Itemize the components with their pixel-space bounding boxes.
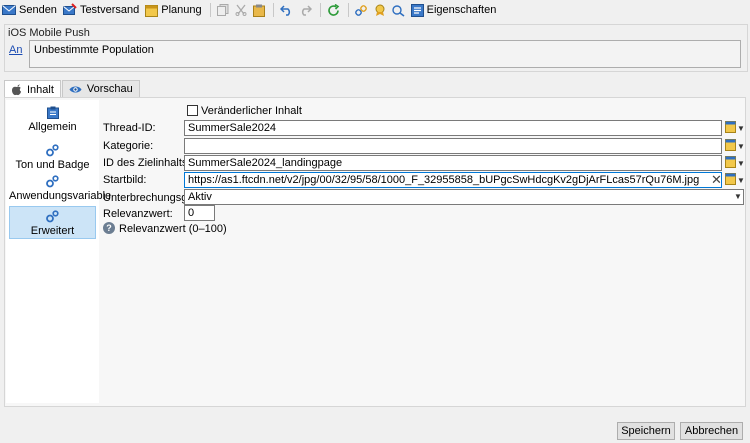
paste-button[interactable] xyxy=(251,1,267,19)
nav-item-sound-badge[interactable]: Ton und Badge xyxy=(9,144,96,174)
target-link[interactable]: An xyxy=(9,44,22,56)
copy-button[interactable] xyxy=(215,1,231,19)
toolbar-separator xyxy=(209,3,211,17)
gears-icon xyxy=(46,175,59,188)
help-icon: ? xyxy=(103,222,115,234)
chevron-down-icon[interactable]: ▼ xyxy=(734,192,742,201)
left-nav: Allgemein Ton und Badge Anwendungsvariab… xyxy=(6,100,111,403)
start-image-field[interactable]: https://as1.ftcdn.net/v2/jpg/00/32/95/58… xyxy=(184,172,722,188)
relevance-field[interactable]: 0 xyxy=(184,205,215,221)
nav-item-label: Ton und Badge xyxy=(15,159,90,171)
nav-item-label: Erweitert xyxy=(30,225,75,237)
personalize-dropdown-icon[interactable]: ▼ xyxy=(737,124,745,133)
copy-icon xyxy=(216,4,229,16)
category-field[interactable] xyxy=(184,138,722,154)
apple-icon xyxy=(12,84,21,95)
undo-icon xyxy=(279,5,290,16)
personalize-icon[interactable] xyxy=(725,173,736,188)
gears-icon xyxy=(46,210,59,223)
personalize-icon[interactable] xyxy=(725,156,736,171)
population-box[interactable]: Unbestimmte Population xyxy=(29,40,741,68)
thread-id-field[interactable]: SummerSale2024 xyxy=(184,120,722,136)
personalize-icon[interactable] xyxy=(725,139,736,154)
refresh-icon xyxy=(327,3,339,16)
save-button[interactable]: Speichern xyxy=(617,422,675,440)
personalize-icon[interactable] xyxy=(725,121,736,136)
scissors-icon xyxy=(235,4,247,16)
undo-button[interactable] xyxy=(278,1,295,19)
interruption-select[interactable]: Aktiv xyxy=(184,189,744,205)
relevance-label: Relevanzwert: xyxy=(103,208,173,220)
properties-label: Eigenschaften xyxy=(426,4,497,16)
cut-button[interactable] xyxy=(233,1,249,19)
test-send-label: Testversand xyxy=(79,4,140,16)
target-content-field[interactable]: SummerSale2024_landingpage xyxy=(184,155,722,171)
personalize-dropdown-icon[interactable]: ▼ xyxy=(737,142,745,151)
relevance-help-text: Relevanzwert (0–100) xyxy=(119,223,227,235)
envelope-icon xyxy=(2,5,16,15)
calendar-icon xyxy=(145,4,159,17)
tab-preview[interactable]: Vorschau xyxy=(61,80,140,97)
start-image-label: Startbild: xyxy=(103,174,147,186)
redo-button[interactable] xyxy=(297,1,314,19)
nav-item-label: Anwendungsvariable xyxy=(9,190,112,202)
redo-icon xyxy=(301,5,312,16)
toolbar-separator xyxy=(347,3,349,17)
badge-icon xyxy=(375,4,385,16)
schedule-button[interactable]: Planung xyxy=(143,1,203,19)
variable-content-checkbox[interactable] xyxy=(187,105,198,116)
tab-content[interactable]: Inhalt xyxy=(4,80,61,98)
personalize-dropdown-icon[interactable]: ▼ xyxy=(737,159,745,168)
nav-item-app-variable[interactable]: Anwendungsvariable xyxy=(9,175,111,205)
tracking-button[interactable] xyxy=(390,1,407,19)
properties-button[interactable]: Eigenschaften xyxy=(409,1,499,19)
tracking-icon xyxy=(391,4,405,17)
gears-icon xyxy=(46,144,59,157)
nav-item-label: Allgemein xyxy=(28,121,77,133)
clipboard-icon xyxy=(252,4,265,17)
personalize-button[interactable] xyxy=(372,1,388,19)
target-content-label: ID des Zielinhalts: xyxy=(103,157,191,169)
link-icon xyxy=(354,4,367,16)
refresh-button[interactable] xyxy=(325,1,342,19)
test-envelope-icon xyxy=(62,3,77,15)
send-button[interactable]: Senden xyxy=(0,1,59,19)
link-button[interactable] xyxy=(353,1,370,19)
eye-icon xyxy=(69,86,82,92)
toolbar-separator xyxy=(319,3,321,17)
test-send-button[interactable]: Testversand xyxy=(61,1,141,19)
thread-id-label: Thread-ID: xyxy=(103,122,156,134)
variable-content-label: Veränderlicher Inhalt xyxy=(201,105,302,117)
cancel-button[interactable]: Abbrechen xyxy=(680,422,743,440)
toolbar-separator xyxy=(272,3,274,17)
nav-item-general[interactable]: Allgemein xyxy=(9,106,96,136)
header-title: iOS Mobile Push xyxy=(8,27,90,39)
clear-icon[interactable]: ✕ xyxy=(711,172,722,188)
tab-bar: Inhalt Vorschau xyxy=(4,80,141,98)
tab-preview-label: Vorschau xyxy=(86,83,133,95)
clipboard-icon xyxy=(46,106,59,119)
toolbar: Senden Testversand Planung Eigenschaften xyxy=(0,0,750,20)
category-label: Kategorie: xyxy=(103,140,154,152)
properties-icon xyxy=(410,3,424,17)
tab-content-label: Inhalt xyxy=(27,83,54,96)
personalize-dropdown-icon[interactable]: ▼ xyxy=(737,176,745,185)
schedule-label: Planung xyxy=(161,4,202,16)
send-label: Senden xyxy=(19,4,57,16)
nav-item-advanced[interactable]: Erweitert xyxy=(9,206,96,239)
